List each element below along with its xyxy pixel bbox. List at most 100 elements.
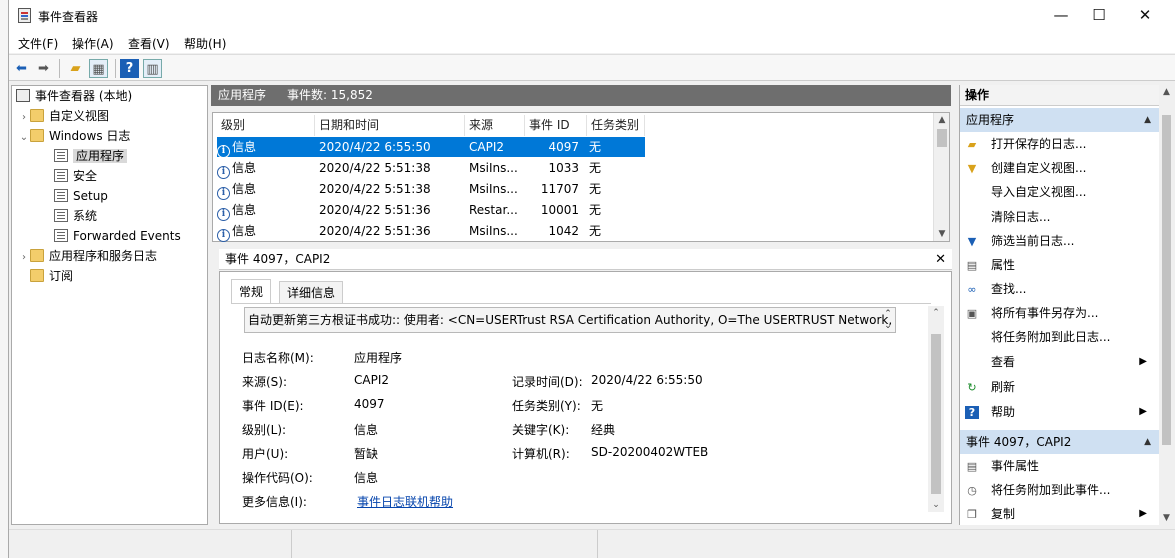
detail-scrollbar[interactable]: ⌃ ⌄ [928,306,944,512]
event-viewer-window: 事件查看器 — ☐ ✕ 文件(F) 操作(A) 查看(V) 帮助(H) ⬅ ➡ … [8,0,1175,558]
action-import-custom-view[interactable]: 导入自定义视图... [960,180,1159,204]
scroll-up-icon[interactable]: ▲ [1159,85,1174,99]
action-clear-log[interactable]: 清除日志... [960,205,1159,229]
field-label-user: 用户(U): [242,447,289,461]
action-create-custom-view[interactable]: ▼ 创建自定义视图... [960,156,1159,180]
column-header-task-category[interactable]: 任务类别 [587,115,645,136]
event-row[interactable]: i 信息 2020/4/22 5:51:38 MsiIns... 1033 无 [217,158,645,179]
menu-action[interactable]: 操作(A) [72,35,114,52]
menu-help[interactable]: 帮助(H) [184,35,226,52]
show-hide-tree-icon[interactable]: ▦ [89,59,108,78]
chevron-down-icon[interactable]: ⌄ [18,129,30,147]
scrollbar-thumb[interactable] [937,129,947,147]
field-value-task-category: 无 [591,399,604,413]
submenu-arrow-icon: ▶ [1139,508,1147,519]
actions-scrollbar[interactable]: ▲ ▼ [1159,85,1174,525]
tree-root[interactable]: 事件查看器 (本地) [16,87,132,105]
copy-icon: ❐ [967,508,977,521]
actions-section-application[interactable]: 应用程序 ▲ [960,108,1159,132]
action-find[interactable]: ∞ 查找... [960,277,1159,301]
event-row[interactable]: i 信息 2020/4/22 5:51:36 MsiIns... 1042 无 [217,221,645,242]
chevron-right-icon[interactable]: › [18,109,30,127]
tree-subscriptions[interactable]: 订阅 [30,267,73,285]
log-header-title: 应用程序 [218,88,267,102]
event-row[interactable]: i 信息 2020/4/22 6:55:50 CAPI2 4097 无 [217,137,645,158]
action-attach-task-to-log[interactable]: 将任务附加到此日志... [960,325,1159,349]
tree-custom-views[interactable]: › 自定义视图 [18,107,109,125]
tree-log-setup[interactable]: Setup [54,187,108,205]
status-divider [597,530,598,558]
close-button[interactable]: ✕ [1122,0,1168,31]
show-hide-action-pane-icon[interactable]: ▥ [143,59,162,78]
event-message-box[interactable]: 自动更新第三方根证书成功:: 使用者: <CN=USERTrust RSA Ce… [244,307,896,333]
help-icon[interactable]: ? [120,59,139,78]
field-value-logged: 2020/4/22 6:55:50 [591,373,703,387]
event-list-scrollbar[interactable]: ▲ ▼ [933,113,949,241]
tree-log-system[interactable]: 系统 [54,207,97,225]
scrollbar-thumb[interactable] [931,334,941,494]
action-save-all-events[interactable]: ▣ 将所有事件另存为... [960,301,1159,325]
save-icon: ▣ [966,307,978,320]
maximize-button[interactable]: ☐ [1076,0,1122,31]
subscription-icon [30,269,44,282]
info-icon: i [217,145,230,158]
action-help[interactable]: ? 帮助 ▶ [960,400,1159,424]
event-row[interactable]: i 信息 2020/4/22 5:51:38 MsiIns... 11707 无 [217,179,645,200]
action-open-saved-log[interactable]: ▰ 打开保存的日志... [960,132,1159,156]
scroll-up-icon[interactable]: ⌃ [928,306,944,320]
action-copy[interactable]: ❐ 复制 ▶ [960,502,1159,526]
back-arrow-icon[interactable]: ⬅ [12,59,31,78]
tree-app-service-logs[interactable]: › 应用程序和服务日志 [18,247,157,265]
column-header-level[interactable]: 级别 [217,115,315,136]
field-value-level: 信息 [354,423,379,437]
action-refresh[interactable]: ↻ 刷新 [960,375,1159,399]
tree-log-application[interactable]: 应用程序 [54,147,128,165]
field-value-opcode: 信息 [354,471,379,485]
message-scroll-spinner[interactable]: ⌃ ⌄ [880,307,896,333]
menu-view[interactable]: 查看(V) [128,35,170,52]
action-event-properties[interactable]: ▤ 事件属性 [960,454,1159,478]
clock-icon: ◷ [967,484,977,497]
field-value-log-name: 应用程序 [354,351,403,365]
menu-file[interactable]: 文件(F) [18,35,58,52]
tab-details[interactable]: 详细信息 [279,281,344,303]
event-row[interactable]: i 信息 2020/4/22 5:51:36 Restar... 10001 无 [217,200,645,221]
scroll-up-icon[interactable]: ▲ [934,113,950,127]
actions-title: 操作 [960,85,1159,106]
refresh-icon: ↻ [967,381,977,394]
column-header-event-id[interactable]: 事件 ID [525,115,587,136]
column-header-source[interactable]: 来源 [465,115,525,136]
action-view[interactable]: 查看 ▶ [960,350,1159,374]
field-label-level: 级别(L): [242,423,287,437]
menu-bar: 文件(F) 操作(A) 查看(V) 帮助(H) [9,31,1175,53]
close-icon[interactable]: ✕ [935,249,946,270]
actions-section-event[interactable]: 事件 4097，CAPI2 ▲ [960,430,1159,454]
scroll-down-icon[interactable]: ▼ [1159,511,1174,525]
action-attach-task-to-event[interactable]: ◷ 将任务附加到此事件... [960,478,1159,502]
forward-arrow-icon[interactable]: ➡ [34,59,53,78]
field-label-computer: 计算机(R): [512,447,570,461]
info-icon: i [217,229,230,242]
actions-pane: 操作 应用程序 ▲ ▰ 打开保存的日志... ▼ 创建自定义视图... 导入自定义视… [959,85,1174,526]
properties-icon: ▤ [966,259,978,272]
scroll-down-icon[interactable]: ⌄ [928,498,944,512]
scroll-down-icon[interactable]: ▼ [934,227,950,241]
field-value-event-id: 4097 [354,397,385,411]
log-icon [54,169,68,182]
properties-icon: ▤ [966,460,978,473]
chevron-right-icon[interactable]: › [18,249,30,267]
tab-general[interactable]: 常规 [231,279,272,303]
folder-icon [30,109,44,122]
scrollbar-thumb[interactable] [1162,115,1171,445]
tree-windows-logs[interactable]: ⌄ Windows 日志 [18,127,130,145]
tree-log-security[interactable]: 安全 [54,167,97,185]
collapse-caret-icon[interactable]: ▲ [1144,430,1151,454]
action-properties[interactable]: ▤ 属性 [960,253,1159,277]
online-help-link[interactable]: 事件日志联机帮助 [357,493,453,510]
column-header-datetime[interactable]: 日期和时间 [315,115,465,136]
up-folder-icon[interactable]: ▰ [66,59,85,78]
tree-log-forwarded-events[interactable]: Forwarded Events [54,227,181,245]
action-filter-current-log[interactable]: ▼ 筛选当前日志... [960,229,1159,253]
collapse-caret-icon[interactable]: ▲ [1144,108,1151,132]
field-label-source: 来源(S): [242,375,288,389]
